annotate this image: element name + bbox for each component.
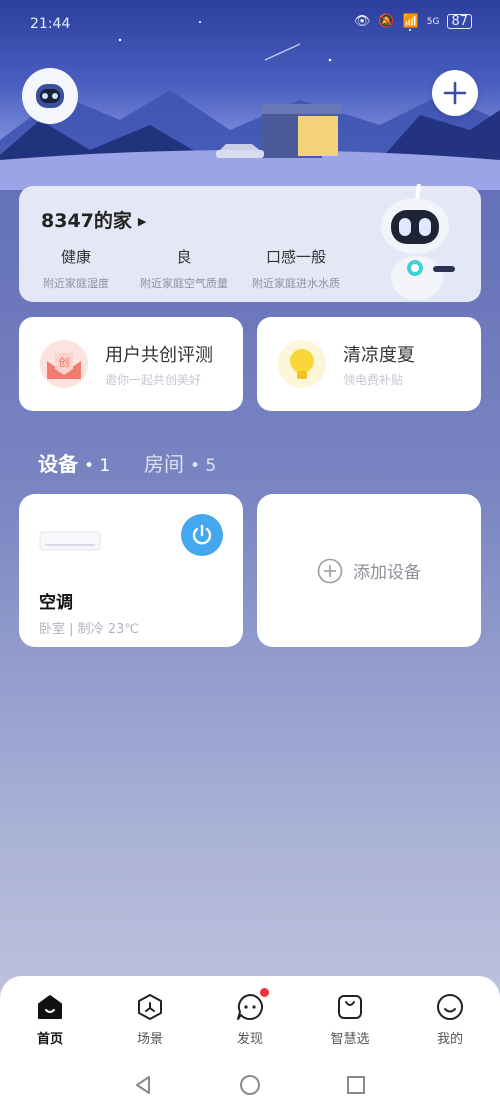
recents-square-icon[interactable]	[345, 1074, 367, 1096]
nav-label: 首页	[36, 1032, 63, 1047]
system-navigation-bar	[0, 1060, 500, 1097]
promo-title: 清凉度夏	[343, 345, 415, 366]
promo-subtitle: 领电费补贴	[343, 373, 404, 387]
wifi-icon: 📶	[402, 14, 419, 29]
stat-humidity: 健康 附近家庭湿度	[41, 246, 111, 291]
notification-dot	[260, 988, 269, 997]
nav-profile[interactable]: 我的	[415, 992, 485, 1047]
robot-face-icon	[36, 84, 64, 108]
home-icon	[38, 995, 62, 1019]
promo-card-co-creation[interactable]: 创 用户共创评测 邀你一起共创美好	[19, 317, 243, 411]
tab-label: 房间	[144, 452, 184, 476]
power-icon	[192, 524, 212, 545]
nav-scene[interactable]: 场景	[115, 992, 185, 1047]
tab-rooms[interactable]: 房间 • 5	[144, 448, 216, 477]
nav-home[interactable]: 首页	[15, 992, 85, 1047]
nav-label: 发现	[236, 1032, 263, 1047]
discover-icon	[237, 994, 263, 1020]
signal-label: 5G	[426, 16, 440, 27]
tab-label: 设备	[38, 452, 78, 476]
add-button[interactable]	[432, 70, 478, 116]
add-device-label: 添加设备	[353, 563, 421, 583]
add-circle-icon	[317, 558, 343, 583]
nav-smart-select[interactable]: 智慧选	[315, 992, 385, 1047]
promo-card-summer[interactable]: 清凉度夏 领电费补贴	[257, 317, 481, 411]
stat-label: 附近家庭进水水质	[252, 277, 340, 290]
promo-badge-glyph: 创	[59, 356, 70, 369]
back-triangle-icon[interactable]	[132, 1074, 154, 1096]
lightbulb-icon	[278, 340, 326, 388]
device-card-air-conditioner[interactable]: 空调 卧室 | 制冷 23℃	[19, 494, 243, 647]
tab-count: • 5	[190, 456, 217, 476]
home-summary-card[interactable]: 8347的家 ▶ 健康 附近家庭湿度 良 附近家庭空气质量 口感一般 附近家庭进水…	[19, 183, 481, 302]
stat-label: 附近家庭空气质量	[140, 277, 228, 290]
plus-icon	[443, 81, 467, 105]
promo-title: 用户共创评测	[105, 345, 213, 366]
air-conditioner-icon	[39, 531, 101, 551]
tab-count: • 1	[84, 456, 111, 476]
home-name: 8347的家	[41, 210, 132, 232]
status-time: 21:44	[30, 16, 71, 32]
promo-subtitle: 邀你一起共创美好	[105, 373, 202, 387]
device-name: 空调	[39, 593, 73, 613]
battery-icon: 87	[447, 14, 472, 29]
device-status: 卧室 | 制冷 23℃	[39, 622, 139, 637]
stat-value: 健康	[60, 248, 91, 266]
eye-icon: 👁	[353, 14, 371, 29]
robot-avatar-button[interactable]	[22, 68, 78, 124]
tab-devices[interactable]: 设备 • 1	[38, 448, 110, 477]
nav-label: 我的	[436, 1032, 463, 1047]
home-selector[interactable]: 8347的家 ▶	[41, 206, 146, 233]
envelope-badge-icon: 创	[40, 340, 88, 388]
nav-label: 场景	[136, 1032, 163, 1047]
profile-icon	[437, 994, 463, 1020]
stat-label: 附近家庭湿度	[43, 277, 109, 290]
stat-value: 口感一般	[265, 248, 326, 266]
add-device-card[interactable]: 添加设备	[257, 494, 481, 647]
robot-mascot-illustration	[381, 183, 455, 300]
shop-bag-icon	[338, 995, 362, 1019]
stat-value: 良	[176, 248, 192, 266]
caret-right-icon: ▶	[137, 215, 147, 228]
mute-bell-icon: 🔕	[378, 14, 395, 29]
status-bar: 21:44 👁 🔕 📶 5G 87	[0, 0, 500, 48]
nav-label: 智慧选	[330, 1032, 370, 1047]
home-circle-icon[interactable]	[239, 1074, 261, 1096]
nav-discover[interactable]: 发现	[215, 988, 285, 1047]
stat-air-quality: 良 附近家庭空气质量	[137, 246, 231, 291]
scene-icon	[138, 994, 162, 1020]
power-button[interactable]	[181, 514, 223, 556]
stat-water-quality: 口感一般 附近家庭进水水质	[249, 246, 343, 291]
